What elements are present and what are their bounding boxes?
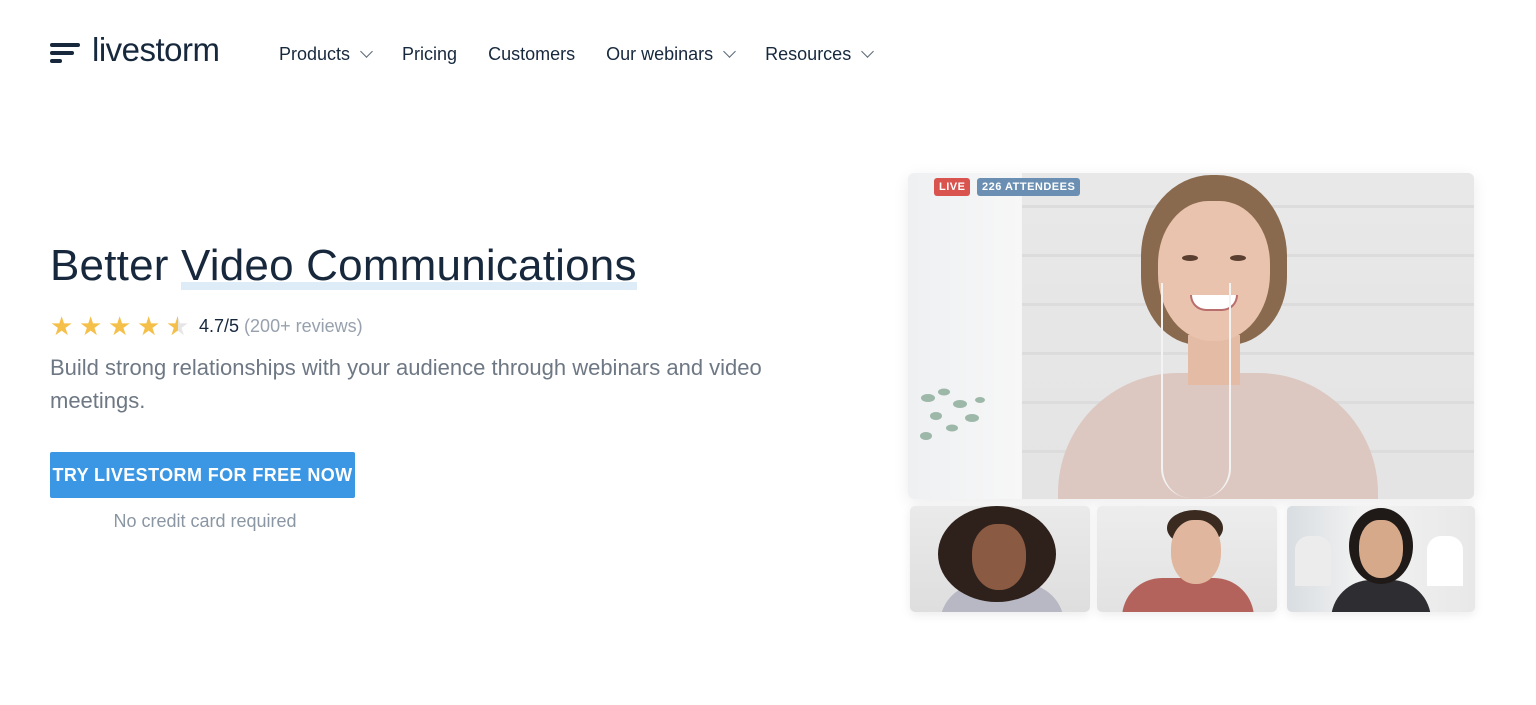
try-free-button[interactable]: TRY LIVESTORM FOR FREE NOW xyxy=(50,452,355,498)
chevron-down-icon xyxy=(861,45,875,58)
nav-item-label: Customers xyxy=(488,44,576,64)
star-full-icon: ★ xyxy=(137,311,161,341)
live-badge: LIVE xyxy=(934,178,971,196)
attendees-badge: 226 ATTENDEES xyxy=(977,178,1081,196)
nav-item-customers[interactable]: Customers xyxy=(488,42,575,66)
main-video-feed xyxy=(908,173,1474,499)
rating-row: ★ ★ ★ ★ ★ 4.7/5 (200+ reviews) xyxy=(50,313,363,339)
earphone-wire xyxy=(1161,283,1231,498)
nav-item-pricing[interactable]: Pricing xyxy=(402,42,457,66)
livestorm-logo-icon xyxy=(50,35,82,65)
presenter-eye xyxy=(1182,255,1198,261)
nav-item-label: Our webinars xyxy=(606,44,714,64)
star-half-icon: ★ xyxy=(166,313,189,339)
hero-title: Better Video Communications xyxy=(50,238,637,294)
hero-title-highlight: Video Communications xyxy=(181,241,637,290)
nav-item-our-webinars[interactable]: Our webinars xyxy=(606,42,737,66)
chevron-down-icon xyxy=(360,45,373,58)
nav-item-resources[interactable]: Resources xyxy=(765,42,875,66)
star-full-icon: ★ xyxy=(108,311,132,341)
hero-title-part1: Better xyxy=(50,241,182,290)
star-rating: ★ ★ ★ ★ ★ xyxy=(50,313,189,339)
nav-item-label: Products xyxy=(279,44,351,64)
hero-subtitle: Build strong relationships with your aud… xyxy=(50,355,762,413)
star-full-icon: ★ xyxy=(50,311,74,341)
participant-thumbnail-3 xyxy=(1287,506,1475,612)
rating-count: (200+ reviews) xyxy=(244,315,363,336)
plant-image xyxy=(920,388,985,440)
star-full-icon: ★ xyxy=(79,311,103,341)
nav-item-label: Pricing xyxy=(402,44,458,64)
presenter-eye xyxy=(1230,255,1246,261)
participant-thumbnail-2 xyxy=(1097,506,1277,612)
no-credit-card-note: No credit card required xyxy=(113,511,297,531)
nav-item-products[interactable]: Products xyxy=(279,42,373,66)
top-navigation: livestorm Products Pricing Customers Our… xyxy=(0,0,1536,108)
chevron-down-icon xyxy=(723,45,737,58)
nav-item-label: Resources xyxy=(765,44,852,64)
participant-thumbnail-1 xyxy=(910,506,1090,612)
rating-value: 4.7/5 xyxy=(199,315,240,336)
logo-text: livestorm xyxy=(92,31,220,68)
livestorm-logo[interactable]: livestorm xyxy=(50,32,220,68)
main-menu: Products Pricing Customers Our webinars … xyxy=(279,42,903,66)
